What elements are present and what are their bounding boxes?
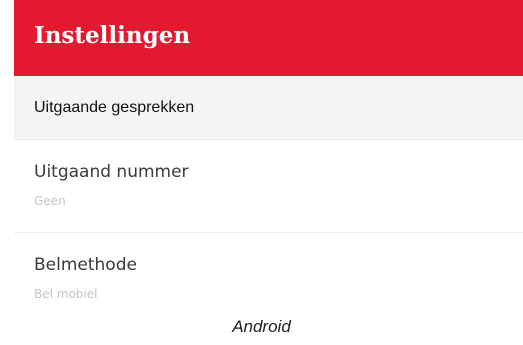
section-title: Uitgaande gesprekken — [34, 99, 195, 116]
setting-call-method[interactable]: Belmethode Bel mobiel — [14, 233, 523, 305]
page-title: Instellingen — [34, 22, 191, 49]
platform-caption: Android — [232, 317, 291, 336]
setting-title: Uitgaand nummer — [34, 162, 189, 182]
setting-title: Belmethode — [34, 255, 137, 275]
setting-outgoing-number[interactable]: Uitgaand nummer Geen — [14, 140, 523, 233]
app-bar: Instellingen — [14, 0, 523, 76]
settings-screen: Instellingen Uitgaande gesprekken Uitgaa… — [0, 0, 523, 345]
section-header: Uitgaande gesprekken — [14, 76, 523, 140]
setting-value: Bel mobiel — [34, 287, 98, 301]
setting-value: Geen — [34, 194, 66, 208]
